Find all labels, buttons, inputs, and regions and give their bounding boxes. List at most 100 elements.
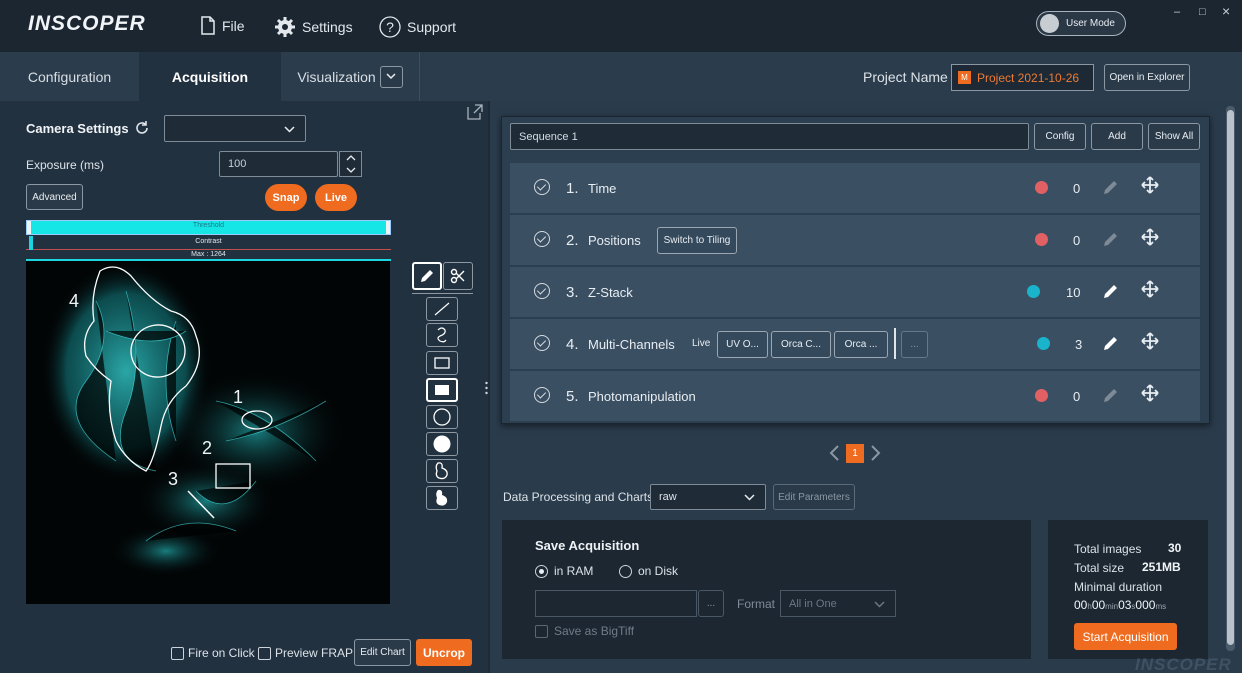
status-dot: [1035, 181, 1048, 194]
sequence-row-multi-channels[interactable]: 4. Multi-Channels Live UV O... Orca C...…: [510, 319, 1200, 369]
tab-acquisition[interactable]: Acquisition: [139, 52, 281, 101]
line-tool-button[interactable]: [426, 297, 458, 321]
open-in-explorer-button[interactable]: Open in Explorer: [1104, 64, 1190, 91]
in-ram-radio[interactable]: [535, 565, 548, 578]
preview-frap-label: Preview FRAP: [275, 646, 354, 660]
pencil-icon[interactable]: [1102, 231, 1119, 248]
rectangle-tool-button[interactable]: [426, 351, 458, 375]
freehand-line-tool-button[interactable]: [426, 323, 458, 347]
refresh-icon[interactable]: [135, 121, 149, 135]
threshold-min-handle[interactable]: [27, 221, 31, 234]
chevron-down-icon: [874, 601, 885, 608]
row-count: 10: [1066, 284, 1081, 300]
total-images-label: Total images: [1074, 542, 1142, 556]
add-button[interactable]: Add: [1091, 123, 1143, 150]
minimize-button[interactable]: –: [1174, 6, 1180, 18]
camera-image[interactable]: 4 1 2 3: [26, 261, 390, 604]
cut-tool-button[interactable]: [443, 262, 473, 290]
page-1-button[interactable]: 1: [846, 444, 864, 463]
filled-ellipse-tool-button[interactable]: [426, 432, 458, 456]
sequence-row-positions[interactable]: 2. Positions Switch to Tiling 0: [510, 215, 1200, 265]
ms-unit: ms: [1155, 602, 1167, 611]
show-all-button[interactable]: Show All: [1148, 123, 1200, 150]
browse-path-button[interactable]: ...: [698, 590, 724, 617]
edit-chart-button[interactable]: Edit Chart: [354, 639, 411, 666]
bigtiff-checkbox[interactable]: [535, 625, 548, 638]
check-circle-icon[interactable]: [534, 387, 550, 403]
exposure-stepper[interactable]: [339, 151, 362, 177]
pencil-icon[interactable]: [1102, 179, 1119, 196]
save-path-input[interactable]: [535, 590, 697, 617]
row-number: 1.: [566, 179, 579, 197]
threshold-max-handle[interactable]: [386, 221, 390, 234]
ellipse-tool-button[interactable]: [426, 405, 458, 429]
panel-splitter-handle[interactable]: [485, 381, 488, 395]
exposure-input[interactable]: 100: [219, 151, 338, 177]
move-icon[interactable]: [1141, 228, 1159, 246]
chevron-up-icon[interactable]: [346, 155, 356, 161]
check-circle-icon[interactable]: [534, 335, 550, 351]
check-circle-icon[interactable]: [534, 179, 550, 195]
popout-icon[interactable]: [467, 104, 483, 120]
fire-on-click-checkbox[interactable]: [171, 647, 184, 660]
polygon-tool-button[interactable]: [426, 459, 458, 483]
move-icon[interactable]: [1141, 332, 1159, 350]
sequence-row-time[interactable]: 1. Time 0: [510, 163, 1200, 213]
channel-button[interactable]: Orca C...: [771, 331, 831, 358]
uncrop-button[interactable]: Uncrop: [416, 639, 472, 666]
channel-button[interactable]: UV O...: [717, 331, 768, 358]
project-name-field[interactable]: M Project 2021-10-26: [951, 64, 1094, 91]
user-mode-toggle[interactable]: User Mode: [1036, 11, 1126, 36]
live-button[interactable]: Live: [315, 184, 357, 211]
support-menu[interactable]: ? Support: [379, 16, 456, 38]
chevron-left-icon[interactable]: [828, 444, 840, 462]
format-select-value: All in One: [789, 597, 837, 610]
preview-frap-checkbox[interactable]: [258, 647, 271, 660]
sequence-name-input[interactable]: Sequence 1: [510, 123, 1029, 150]
scrollbar-track[interactable]: [1226, 106, 1235, 651]
check-circle-icon[interactable]: [534, 231, 550, 247]
on-disk-radio[interactable]: [619, 565, 632, 578]
threshold-bar[interactable]: Threshold: [26, 220, 391, 235]
duration-minutes: 00: [1091, 598, 1106, 612]
draw-tool-button[interactable]: [412, 262, 442, 290]
settings-menu[interactable]: Settings: [274, 16, 353, 38]
freehand-icon: [437, 327, 447, 343]
pencil-icon[interactable]: [1102, 335, 1119, 352]
snap-button[interactable]: Snap: [265, 184, 307, 211]
file-menu[interactable]: File: [200, 16, 245, 35]
move-icon[interactable]: [1141, 176, 1159, 194]
chevron-right-icon[interactable]: [870, 444, 882, 462]
processing-select[interactable]: raw: [650, 484, 766, 510]
camera-select[interactable]: [164, 115, 306, 142]
visualization-dropdown-button[interactable]: [379, 65, 403, 88]
sequence-row-photomanipulation[interactable]: 5. Photomanipulation 0: [510, 371, 1200, 421]
pencil-icon[interactable]: [1102, 387, 1119, 404]
scissors-icon: [450, 268, 465, 284]
filled-polygon-tool-button[interactable]: [426, 486, 458, 510]
config-button[interactable]: Config: [1034, 123, 1086, 150]
sequence-row-z-stack[interactable]: 3. Z-Stack 10: [510, 267, 1200, 317]
filled-rectangle-tool-button[interactable]: [426, 378, 458, 402]
maximize-button[interactable]: □: [1199, 6, 1206, 18]
format-select[interactable]: All in One: [780, 590, 896, 617]
advanced-button[interactable]: Advanced: [26, 184, 83, 210]
start-acquisition-button[interactable]: Start Acquisition: [1074, 623, 1177, 650]
switch-to-tiling-button[interactable]: Switch to Tiling: [657, 227, 737, 254]
edit-parameters-button[interactable]: Edit Parameters: [773, 484, 855, 510]
tab-visualization[interactable]: Visualization: [281, 52, 420, 101]
scrollbar-thumb[interactable]: [1227, 110, 1234, 645]
check-circle-icon[interactable]: [534, 283, 550, 299]
total-size-label: Total size: [1074, 561, 1125, 575]
pencil-icon[interactable]: [1102, 283, 1119, 300]
contrast-handle[interactable]: [29, 236, 33, 250]
minutes-unit: min: [1105, 602, 1119, 611]
move-icon[interactable]: [1141, 384, 1159, 402]
contrast-bar[interactable]: Contrast: [26, 236, 391, 250]
channel-button[interactable]: Orca ...: [834, 331, 888, 358]
move-icon[interactable]: [1141, 280, 1159, 298]
close-button[interactable]: ×: [1222, 3, 1230, 19]
more-channels-button[interactable]: ...: [901, 331, 928, 358]
chevron-down-icon[interactable]: [346, 167, 356, 173]
tab-configuration[interactable]: Configuration: [0, 52, 139, 101]
